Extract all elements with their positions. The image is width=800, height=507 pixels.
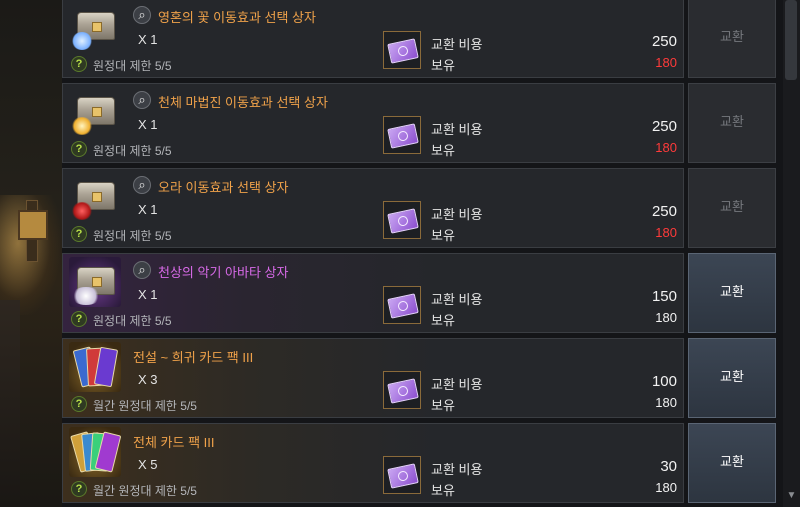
search-icon[interactable]: ⌕: [133, 91, 151, 109]
cost-label: 교환 비용: [431, 462, 483, 477]
owned-value: 180: [655, 310, 677, 325]
owned-value: 180: [655, 480, 677, 495]
ticket-icon: [387, 463, 419, 489]
limit-text: 월간 원정대 제한 5/5: [93, 484, 197, 498]
item-name: 전체 카드 팩 III: [133, 435, 215, 450]
owned-value: 180: [655, 140, 677, 155]
item-quantity: X 5: [138, 457, 158, 472]
exchange-row: ⌕ 천체 마법진 이동효과 선택 상자 X 1 ? 원정대 제한 5/5 교환 …: [62, 83, 780, 163]
cost-value: 100: [651, 373, 677, 390]
currency-slot[interactable]: [383, 201, 421, 239]
cost-label: 교환 비용: [431, 122, 483, 137]
owned-value: 180: [655, 395, 677, 410]
currency-slot[interactable]: [383, 456, 421, 494]
cost-label: 교환 비용: [431, 37, 483, 52]
exchange-row: 전설 ~ 희귀 카드 팩 III X 3 ? 월간 원정대 제한 5/5 교환 …: [62, 338, 780, 418]
owned-value: 180: [655, 55, 677, 70]
limit-text: 원정대 제한 5/5: [93, 229, 172, 243]
item-icon-chest[interactable]: [69, 87, 121, 137]
cost-label: 교환 비용: [431, 377, 483, 392]
item-name: 오라 이동효과 선택 상자: [158, 180, 289, 195]
owned-value: 180: [655, 225, 677, 240]
rose-icon: [71, 202, 93, 220]
item-quantity: X 1: [138, 287, 158, 302]
item-panel: 전체 카드 팩 III X 5 ? 월간 원정대 제한 5/5 교환 비용 보유…: [62, 423, 684, 503]
help-icon[interactable]: ?: [71, 226, 87, 242]
exchange-row: ⌕ 오라 이동효과 선택 상자 X 1 ? 원정대 제한 5/5 교환 비용 보…: [62, 168, 780, 248]
background-figure: [0, 300, 20, 507]
owned-label: 보유: [431, 58, 455, 73]
cost-label: 교환 비용: [431, 207, 483, 222]
exchange-list: ⌕ 영혼의 꽃 이동효과 선택 상자 X 1 ? 원정대 제한 5/5 교환 비…: [62, 0, 780, 507]
exchange-button[interactable]: 교환: [688, 168, 776, 248]
item-quantity: X 1: [138, 32, 158, 47]
cost-value: 150: [651, 288, 677, 305]
item-icon-card-pack[interactable]: [69, 342, 121, 392]
exchange-button[interactable]: 교환: [688, 253, 776, 333]
help-icon[interactable]: ?: [71, 56, 87, 72]
search-icon[interactable]: ⌕: [133, 176, 151, 194]
background-scene: [0, 0, 62, 507]
exchange-button[interactable]: 교환: [688, 338, 776, 418]
ticket-icon: [387, 378, 419, 404]
help-icon[interactable]: ?: [71, 481, 87, 497]
item-quantity: X 1: [138, 202, 158, 217]
item-panel: ⌕ 영혼의 꽃 이동효과 선택 상자 X 1 ? 원정대 제한 5/5 교환 비…: [62, 0, 684, 78]
help-icon[interactable]: ?: [71, 311, 87, 327]
scroll-down-icon[interactable]: ▼: [784, 488, 799, 504]
item-name: 전설 ~ 희귀 카드 팩 III: [133, 350, 254, 365]
lamp-icon: [18, 210, 48, 240]
limit-text: 원정대 제한 5/5: [93, 314, 172, 328]
flower-icon: [71, 32, 93, 50]
item-icon-chest[interactable]: [69, 257, 121, 307]
item-quantity: X 3: [138, 372, 158, 387]
exchange-button[interactable]: 교환: [688, 83, 776, 163]
ticket-icon: [387, 38, 419, 64]
exchange-button[interactable]: 교환: [688, 0, 776, 78]
cost-value: 250: [651, 203, 677, 220]
ticket-icon: [387, 123, 419, 149]
owned-label: 보유: [431, 398, 455, 413]
item-name: 천상의 악기 아바타 상자: [158, 265, 289, 280]
owned-label: 보유: [431, 313, 455, 328]
cost-label: 교환 비용: [431, 292, 483, 307]
exchange-row: 전체 카드 팩 III X 5 ? 월간 원정대 제한 5/5 교환 비용 보유…: [62, 423, 780, 503]
exchange-row: ⌕ 영혼의 꽃 이동효과 선택 상자 X 1 ? 원정대 제한 5/5 교환 비…: [62, 0, 780, 78]
cost-value: 30: [660, 458, 677, 475]
currency-slot[interactable]: [383, 31, 421, 69]
item-name: 영혼의 꽃 이동효과 선택 상자: [158, 10, 316, 25]
scrollbar-thumb[interactable]: [785, 0, 797, 80]
exchange-row: ⌕ 천상의 악기 아바타 상자 X 1 ? 원정대 제한 5/5 교환 비용 보…: [62, 253, 780, 333]
currency-slot[interactable]: [383, 286, 421, 324]
search-icon[interactable]: ⌕: [133, 6, 151, 24]
item-icon-chest[interactable]: [69, 172, 121, 222]
help-icon[interactable]: ?: [71, 396, 87, 412]
item-panel: ⌕ 오라 이동효과 선택 상자 X 1 ? 원정대 제한 5/5 교환 비용 보…: [62, 168, 684, 248]
owned-label: 보유: [431, 143, 455, 158]
item-icon-chest[interactable]: [69, 2, 121, 52]
ticket-icon: [387, 293, 419, 319]
cost-value: 250: [651, 118, 677, 135]
currency-slot[interactable]: [383, 371, 421, 409]
owned-label: 보유: [431, 228, 455, 243]
ticket-icon: [387, 208, 419, 234]
cost-value: 250: [651, 33, 677, 50]
exchange-button[interactable]: 교환: [688, 423, 776, 503]
item-panel: 전설 ~ 희귀 카드 팩 III X 3 ? 월간 원정대 제한 5/5 교환 …: [62, 338, 684, 418]
item-quantity: X 1: [138, 117, 158, 132]
search-icon[interactable]: ⌕: [133, 261, 151, 279]
item-panel: ⌕ 천체 마법진 이동효과 선택 상자 X 1 ? 원정대 제한 5/5 교환 …: [62, 83, 684, 163]
limit-text: 원정대 제한 5/5: [93, 144, 172, 158]
item-icon-card-pack[interactable]: [69, 427, 121, 477]
limit-text: 원정대 제한 5/5: [93, 59, 172, 73]
limit-text: 월간 원정대 제한 5/5: [93, 399, 197, 413]
item-panel: ⌕ 천상의 악기 아바타 상자 X 1 ? 원정대 제한 5/5 교환 비용 보…: [62, 253, 684, 333]
currency-slot[interactable]: [383, 116, 421, 154]
help-icon[interactable]: ?: [71, 141, 87, 157]
owned-label: 보유: [431, 483, 455, 498]
item-name: 천체 마법진 이동효과 선택 상자: [158, 95, 328, 110]
horn-icon: [71, 287, 101, 305]
star-icon: [71, 117, 93, 135]
